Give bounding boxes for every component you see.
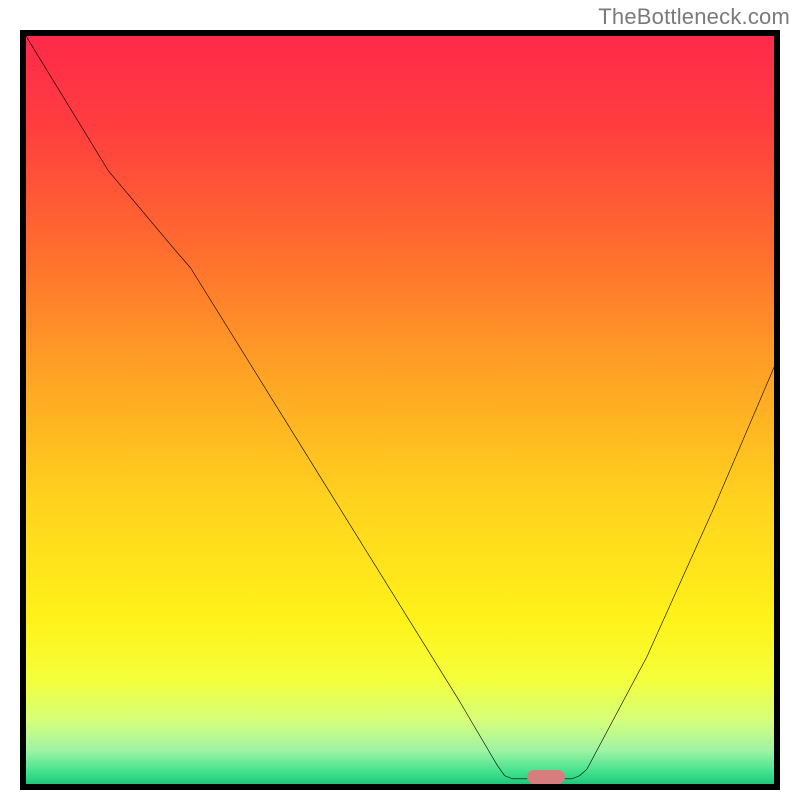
attribution-label: TheBottleneck.com <box>598 4 790 30</box>
bottleneck-curve <box>26 36 774 784</box>
chart-frame <box>20 30 780 790</box>
plot-area <box>26 36 774 784</box>
optimal-marker <box>527 770 564 784</box>
chart-container: TheBottleneck.com <box>0 0 800 800</box>
